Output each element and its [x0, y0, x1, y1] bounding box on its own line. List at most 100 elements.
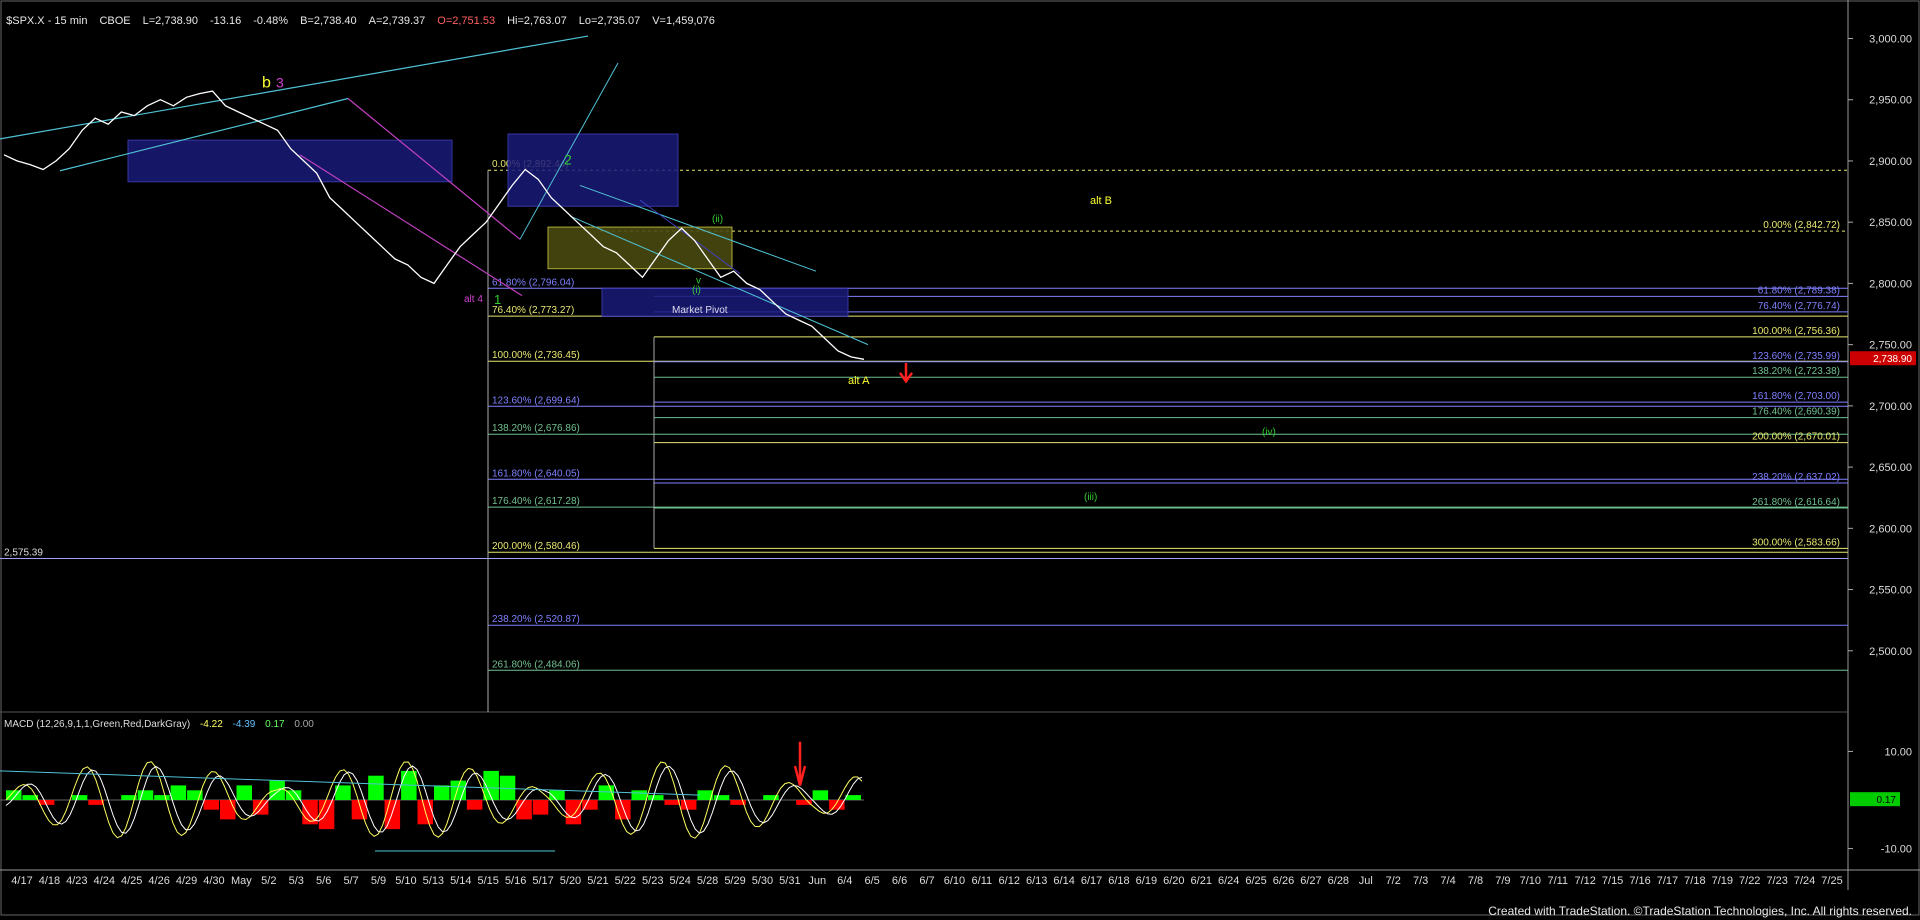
macd-histogram-bar [368, 775, 384, 800]
x-tick-label: 7/8 [1468, 875, 1483, 887]
wave-label-alt-a: alt A [848, 375, 870, 387]
y-tick-label: 3,000.00 [1869, 33, 1912, 45]
x-tick-label: 5/28 [697, 875, 718, 887]
macd-title: MACD (12,26,9,1,1,Green,Red,DarkGray) [4, 719, 191, 730]
x-tick-label: 4/18 [39, 875, 60, 887]
price-line [3, 90, 865, 360]
y-tick-label: 2,700.00 [1869, 401, 1912, 413]
macd-histogram-bar [466, 800, 483, 810]
fib-level-label: 200.00% (2,580.46) [492, 541, 580, 552]
chart-frame [0, 0, 1920, 916]
macd-signal-value: -4.39 [232, 719, 256, 730]
x-tick-label: 7/18 [1684, 875, 1705, 887]
x-tick-label: 4/30 [203, 875, 224, 887]
fib-level-label: 61.80% (2,796.04) [492, 277, 574, 288]
y-tick-label: 2,850.00 [1869, 217, 1912, 229]
fibonacci-levels: 0.00% (2,892.44)61.80% (2,796.04)76.40% … [0, 159, 1848, 712]
x-tick-label: May [231, 875, 252, 887]
x-tick-label: 7/22 [1739, 875, 1760, 887]
x-tick-label: 5/20 [560, 875, 581, 887]
macd-histogram-bar [154, 795, 170, 800]
fib-level-label: 238.20% (2,520.87) [492, 614, 580, 625]
x-tick-label: 5/21 [587, 875, 608, 887]
x-tick-label: 5/29 [724, 875, 745, 887]
wave-label-b: b [262, 74, 271, 91]
fib-extension-label: 76.40% (2,776.74) [1758, 301, 1840, 312]
wave-label-v: v [696, 275, 701, 286]
x-tick-label: 6/27 [1300, 875, 1321, 887]
wave-label-iii: (iii) [1084, 492, 1097, 503]
support-line-label: 2,575.39 [4, 547, 43, 558]
outer-frame [0, 0, 1920, 916]
x-tick-label: 6/28 [1328, 875, 1349, 887]
x-tick-label: 5/24 [669, 875, 690, 887]
y-tick-label: 2,500.00 [1869, 646, 1912, 658]
macd-histogram-bar [220, 800, 236, 820]
macd-histogram-bar [631, 790, 647, 800]
macd-tick-label: -10.00 [1881, 844, 1912, 856]
x-tick-label: 6/10 [944, 875, 965, 887]
macd-value-tag-label: 0.17 [1877, 795, 1897, 806]
fib-level-label: 176.40% (2,617.28) [492, 496, 580, 507]
x-tick-label: 6/20 [1163, 875, 1184, 887]
x-tick-label: Jun [808, 875, 826, 887]
x-tick-label: 4/29 [176, 875, 197, 887]
upper-channel-line [0, 35, 589, 140]
x-tick-label: 7/10 [1520, 875, 1541, 887]
x-tick-label: 7/3 [1413, 875, 1428, 887]
x-tick-label: 6/25 [1245, 875, 1266, 887]
fib-extension-label: 261.80% (2,616.64) [1752, 497, 1840, 508]
macd-histogram-bar [713, 795, 730, 800]
x-tick-label: 5/9 [371, 875, 386, 887]
x-tick-label: 7/4 [1440, 875, 1455, 887]
fib-level-label: 261.80% (2,484.06) [492, 659, 580, 670]
x-tick-label: 5/10 [395, 875, 416, 887]
macd-histogram-bar [434, 785, 450, 800]
x-tick-label: 7/15 [1602, 875, 1623, 887]
x-tick-label: 7/9 [1495, 875, 1510, 887]
pivot-zone-box [507, 133, 679, 207]
macd-histogram-bar [236, 785, 252, 800]
x-tick-label: 7/2 [1386, 875, 1401, 887]
y-tick-label: 2,800.00 [1869, 278, 1912, 290]
x-tick-label: 5/6 [316, 875, 331, 887]
x-tick-label: 7/17 [1657, 875, 1678, 887]
wave-label-alt-4: alt 4 [464, 294, 483, 305]
macd-histogram-bar [829, 800, 845, 810]
x-tick-label: 5/15 [478, 875, 499, 887]
last-price-tag-label: 2,738.90 [1873, 354, 1912, 365]
x-tick-label: 5/23 [642, 875, 663, 887]
x-tick-label: 5/16 [505, 875, 526, 887]
fib-level-label: 123.60% (2,699.64) [492, 395, 580, 406]
macd-histogram-bar [680, 800, 697, 810]
fib-extension-label: 0.00% (2,842.72) [1763, 220, 1840, 231]
fib-extension-label: 300.00% (2,583.66) [1752, 537, 1840, 548]
fib-level-label: 138.20% (2,676.86) [492, 423, 580, 434]
y-tick-label: 2,900.00 [1869, 156, 1912, 168]
macd-histogram-bar [187, 790, 203, 800]
x-tick-label: 4/25 [121, 875, 142, 887]
macd-value: -4.22 [199, 719, 223, 730]
wave-label-i: (i) [692, 285, 701, 296]
fib-level-label: 161.80% (2,640.05) [492, 468, 580, 479]
y-tick-label: 2,950.00 [1869, 95, 1912, 107]
wave-label-ii: (ii) [712, 214, 723, 225]
macd-histogram-bar [845, 795, 861, 800]
macd-histogram-bar [137, 790, 154, 800]
x-tick-label: 5/7 [343, 875, 358, 887]
price-series [3, 90, 865, 360]
x-tick-label: Jul [1359, 875, 1373, 887]
x-tick-label: 4/23 [66, 875, 87, 887]
fib-extension-label: 238.20% (2,637.02) [1752, 472, 1840, 483]
wave-label-3: 3 [276, 74, 284, 90]
price-chart[interactable]: 0.00% (2,892.44)61.80% (2,796.04)76.40% … [0, 0, 1920, 920]
y-tick-label: 2,650.00 [1869, 462, 1912, 474]
x-tick-label: 4/26 [148, 875, 169, 887]
macd-tick-label: 10.00 [1884, 746, 1912, 758]
x-tick-label: 7/11 [1547, 875, 1568, 887]
macd-histogram-bar [565, 800, 582, 825]
macd-histogram-bar [170, 785, 187, 800]
macd-zero-value: 0.00 [294, 719, 314, 730]
x-tick-label: 5/22 [615, 875, 636, 887]
x-tick-label: 6/12 [999, 875, 1020, 887]
